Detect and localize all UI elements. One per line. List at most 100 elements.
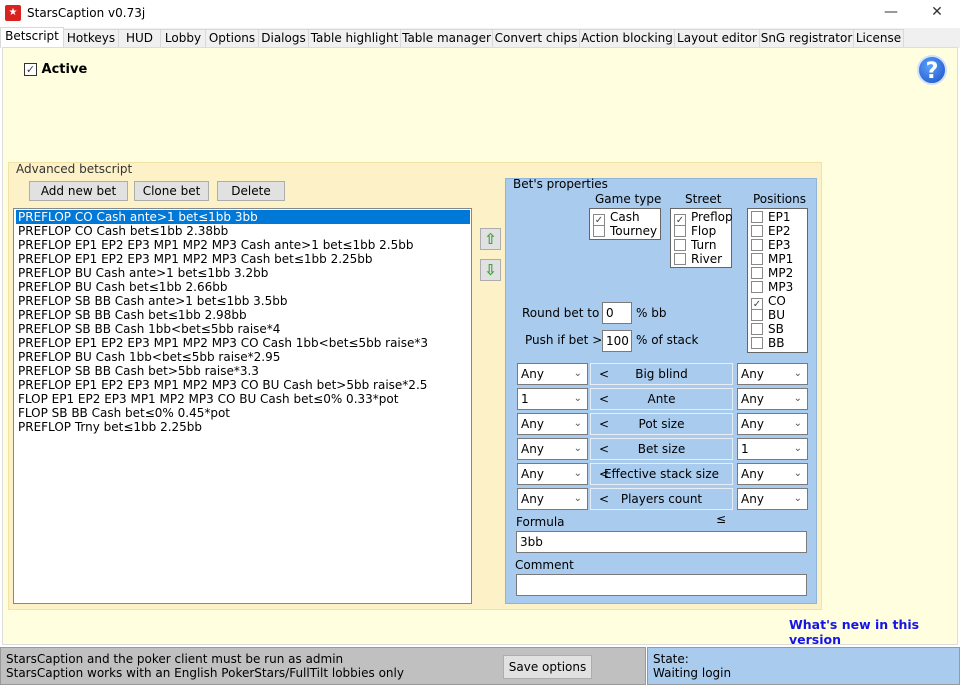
formula-input[interactable]: 3bb xyxy=(516,531,807,553)
tab-action-blocking[interactable]: Action blocking xyxy=(579,29,675,48)
checkbox-label: Turn xyxy=(691,238,717,252)
positions-checkbox-mp1[interactable]: MP1 xyxy=(751,252,793,266)
save-options-button[interactable]: Save options xyxy=(503,655,592,679)
checkbox-label: River xyxy=(691,252,723,266)
bet-list-item[interactable]: FLOP SB BB Cash bet≤0% 0.45*pot xyxy=(16,406,470,420)
tab-hotkeys[interactable]: Hotkeys xyxy=(63,29,119,48)
admin-note: StarsCaption and the poker client must b… xyxy=(6,652,344,666)
tab-license[interactable]: License xyxy=(853,29,904,48)
checkbox-icon xyxy=(751,253,763,265)
comment-input[interactable] xyxy=(516,574,807,596)
tab-sng-registrator[interactable]: SnG registrator xyxy=(759,29,854,48)
game-type-list: ✓ Cash Tourney xyxy=(589,208,661,240)
bet-list-item[interactable]: PREFLOP BU Cash ante>1 bet≤1bb 3.2bb xyxy=(16,266,470,280)
bet-list-item[interactable]: PREFLOP EP1 EP2 EP3 MP1 MP2 MP3 CO BU Ca… xyxy=(16,378,470,392)
effective-stack-size-min-select[interactable]: Any ⌄ xyxy=(517,463,588,485)
positions-checkbox-co[interactable]: ✓ CO xyxy=(751,294,786,310)
bet-list-item[interactable]: PREFLOP SB BB Cash bet≤1bb 2.98bb xyxy=(16,308,470,322)
bet-list-item[interactable]: PREFLOP Trny bet≤1bb 2.25bb xyxy=(16,420,470,434)
pot-size-min-select[interactable]: Any ⌄ xyxy=(517,413,588,435)
bet-size-min-select[interactable]: Any ⌄ xyxy=(517,438,588,460)
pot-size-max-select[interactable]: Any ⌄ xyxy=(737,413,808,435)
move-down-button[interactable]: ⇩ xyxy=(480,259,501,281)
players-count-min-select[interactable]: Any ⌄ xyxy=(517,488,588,510)
bet-list-item[interactable]: PREFLOP EP1 EP2 EP3 MP1 MP2 MP3 CO Cash … xyxy=(16,336,470,350)
bet-list-item[interactable]: FLOP EP1 EP2 EP3 MP1 MP2 MP3 CO BU Cash … xyxy=(16,392,470,406)
big-blind-min-select[interactable]: Any ⌄ xyxy=(517,363,588,385)
positions-checkbox-ep1[interactable]: EP1 xyxy=(751,210,790,224)
bet-list-item[interactable]: PREFLOP CO Cash bet≤1bb 2.38bb xyxy=(16,224,470,238)
title-bar: ★ StarsCaption v0.73j — ✕ xyxy=(0,0,960,28)
ante-min-select[interactable]: 1 ⌄ xyxy=(517,388,588,410)
checkbox-icon xyxy=(751,323,763,335)
positions-checkbox-bb[interactable]: BB xyxy=(751,336,784,350)
bet-list-item[interactable]: PREFLOP SB BB Cash ante>1 bet≤1bb 3.5bb xyxy=(16,294,470,308)
bet-list[interactable]: PREFLOP CO Cash ante>1 bet≤1bb 3bb PREFLO… xyxy=(13,208,472,604)
tab-options[interactable]: Options xyxy=(205,29,259,48)
close-button[interactable]: ✕ xyxy=(922,4,952,24)
range-name: Big blind xyxy=(635,367,688,381)
bet-list-item[interactable]: PREFLOP EP1 EP2 EP3 MP1 MP2 MP3 Cash ant… xyxy=(16,238,470,252)
tab-table-manager[interactable]: Table manager xyxy=(400,29,493,48)
add-new-bet-button[interactable]: Add new bet xyxy=(29,181,128,201)
less-than-sign: < xyxy=(599,492,610,506)
tab-convert-chips[interactable]: Convert chips xyxy=(492,29,580,48)
street-checkbox-preflop[interactable]: ✓ Preflop xyxy=(674,210,733,226)
less-than-sign: < xyxy=(599,392,610,406)
tab-dialogs[interactable]: Dialogs xyxy=(258,29,309,48)
bet-list-item[interactable]: PREFLOP SB BB Cash bet>5bb raise*3.3 xyxy=(16,364,470,378)
street-checkbox-turn[interactable]: Turn xyxy=(674,238,716,252)
push-unit: % of stack xyxy=(636,333,699,347)
street-checkbox-river[interactable]: River xyxy=(674,252,722,266)
bet-list-item[interactable]: PREFLOP BU Cash bet≤1bb 2.66bb xyxy=(16,280,470,294)
positions-checkbox-sb[interactable]: SB xyxy=(751,322,784,336)
tab-layout-editor[interactable]: Layout editor xyxy=(674,29,760,48)
big-blind-max-select[interactable]: Any ⌄ xyxy=(737,363,808,385)
push-if-bet-input[interactable]: 100 xyxy=(602,330,632,352)
help-icon[interactable]: ? xyxy=(917,55,947,85)
push-if-bet-label: Push if bet > xyxy=(525,333,603,347)
maximize-button[interactable] xyxy=(876,4,906,24)
group-title: Advanced betscript xyxy=(16,162,133,176)
positions-checkbox-ep2[interactable]: EP2 xyxy=(751,224,790,238)
select-value: Any xyxy=(741,367,764,381)
ante-max-select[interactable]: Any ⌄ xyxy=(737,388,808,410)
checkbox-label: Cash xyxy=(610,210,640,224)
move-up-button[interactable]: ⇧ xyxy=(480,228,501,250)
checkbox-label: Tourney xyxy=(610,224,658,238)
effective-stack-size-max-select[interactable]: Any ⌄ xyxy=(737,463,808,485)
tab-hud[interactable]: HUD xyxy=(118,29,161,48)
players-count-max-select[interactable]: Any ⌄ xyxy=(737,488,808,510)
big-blind-range-label: <Big blind≤ xyxy=(590,363,733,401)
positions-checkbox-bu[interactable]: BU xyxy=(751,308,785,322)
bet-list-item[interactable]: PREFLOP SB BB Cash 1bb<bet≤5bb raise*4 xyxy=(16,322,470,336)
positions-checkbox-ep3[interactable]: EP3 xyxy=(751,238,790,252)
bet-list-item[interactable]: PREFLOP EP1 EP2 EP3 MP1 MP2 MP3 Cash bet… xyxy=(16,252,470,266)
tab-betscript[interactable]: Betscript xyxy=(0,27,64,48)
bet-list-item[interactable]: PREFLOP CO Cash ante>1 bet≤1bb 3bb xyxy=(16,210,470,224)
state-label: State: xyxy=(653,652,689,666)
checkbox-icon xyxy=(674,225,686,237)
less-than-sign: < xyxy=(599,367,610,381)
game-type-checkbox-tourney[interactable]: Tourney xyxy=(593,224,657,238)
active-checkbox[interactable]: ✓ Active xyxy=(24,62,87,77)
bet-size-max-select[interactable]: 1 ⌄ xyxy=(737,438,808,460)
tab-table-highlight[interactable]: Table highlight xyxy=(308,29,401,48)
round-bet-input[interactable]: 0 xyxy=(602,302,632,324)
tab-lobby[interactable]: Lobby xyxy=(160,29,206,48)
street-checkbox-flop[interactable]: Flop xyxy=(674,224,716,238)
checkbox-icon xyxy=(751,309,763,321)
delete-bet-button[interactable]: Delete xyxy=(217,181,285,201)
whats-new-link[interactable]: What's new in this version xyxy=(789,617,960,647)
positions-checkbox-mp3[interactable]: MP3 xyxy=(751,280,793,294)
select-value: Any xyxy=(521,492,544,506)
bet-list-item[interactable]: PREFLOP BU Cash 1bb<bet≤5bb raise*2.95 xyxy=(16,350,470,364)
clone-bet-button[interactable]: Clone bet xyxy=(134,181,209,201)
game-type-checkbox-cash[interactable]: ✓ Cash xyxy=(593,210,640,226)
select-value: 1 xyxy=(521,392,529,406)
positions-checkbox-mp2[interactable]: MP2 xyxy=(751,266,793,280)
checkbox-label: BU xyxy=(768,308,786,322)
chevron-down-icon: ⌄ xyxy=(573,418,582,429)
checkbox-label: Flop xyxy=(691,224,717,238)
formula-label: Formula xyxy=(516,515,565,529)
